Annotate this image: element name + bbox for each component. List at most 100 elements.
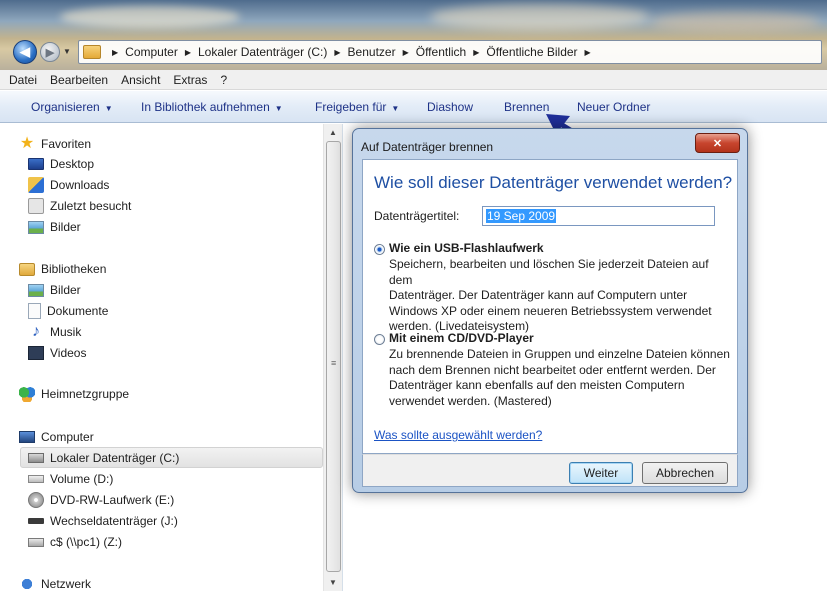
nav-homegroup-label: Heimnetzgruppe	[41, 387, 130, 401]
dialog-footer: Weiter Abbrechen	[362, 454, 738, 487]
forward-button[interactable]: ▶	[40, 42, 60, 62]
breadcrumb-separator-icon[interactable]: ▶	[585, 48, 591, 57]
breadcrumb-public-pictures[interactable]: Öffentliche Bilder	[486, 45, 577, 59]
nav-libraries[interactable]: Bibliotheken	[19, 259, 106, 279]
usb-flash-option-label[interactable]: Wie ein USB-Flashlaufwerk	[389, 241, 544, 255]
nav-drive-z[interactable]: c$ (\\pc1) (Z:)	[28, 532, 122, 552]
menu-tools[interactable]: Extras	[173, 73, 207, 87]
nav-videos[interactable]: Videos	[28, 343, 86, 363]
cd-dvd-desc-line: Datenträger kann ebenfalls auf den meist…	[389, 378, 685, 392]
arrow-left-icon: ◀	[20, 44, 30, 59]
nav-documents-label: Dokumente	[47, 304, 109, 318]
menu-view[interactable]: Ansicht	[121, 73, 160, 87]
background-cloud	[430, 4, 650, 30]
cd-dvd-option-description: Zu brennende Dateien in Gruppen und einz…	[389, 347, 734, 409]
breadcrumb-users[interactable]: Benutzer	[348, 45, 396, 59]
breadcrumb-drive-c[interactable]: Lokaler Datenträger (C:)	[198, 45, 327, 59]
nav-drive-d[interactable]: Volume (D:)	[28, 469, 113, 489]
address-bar[interactable]: ▶ Computer ▶ Lokaler Datenträger (C:) ▶ …	[78, 40, 822, 64]
documents-icon	[28, 303, 41, 319]
folder-icon	[83, 45, 101, 59]
dialog-body: Wie soll dieser Datenträger verwendet we…	[362, 159, 738, 454]
nav-homegroup[interactable]: Heimnetzgruppe	[19, 384, 129, 404]
nav-network[interactable]: Netzwerk	[19, 574, 91, 591]
menu-help[interactable]: ?	[220, 73, 227, 87]
next-button[interactable]: Weiter	[569, 462, 633, 484]
nav-network-label: Netzwerk	[41, 577, 92, 591]
history-dropdown-icon[interactable]: ▼	[63, 47, 71, 56]
help-link[interactable]: Was sollte ausgewählt werden?	[374, 428, 542, 442]
navigation-pane: ★ Favoriten Desktop Downloads Zuletzt be…	[0, 124, 343, 591]
nav-drive-e[interactable]: DVD-RW-Laufwerk (E:)	[28, 490, 174, 510]
breadcrumb-computer[interactable]: Computer	[125, 45, 178, 59]
breadcrumb-separator-icon[interactable]: ▶	[473, 48, 479, 57]
pictures-icon	[28, 220, 44, 234]
close-button[interactable]: ✕	[695, 133, 740, 153]
scroll-down-arrow-icon[interactable]: ▼	[324, 574, 342, 591]
slideshow-button[interactable]: Diashow	[427, 100, 473, 114]
scroll-thumb[interactable]: ≡	[326, 141, 341, 572]
share-with-label: Freigeben für	[315, 100, 387, 114]
dvd-drive-icon	[28, 492, 44, 508]
breadcrumb-separator-icon[interactable]: ▶	[403, 48, 409, 57]
nav-drive-c-label: Lokaler Datenträger (C:)	[50, 451, 180, 465]
nav-drive-c[interactable]: Lokaler Datenträger (C:)	[28, 448, 179, 468]
nav-favorites[interactable]: ★ Favoriten	[19, 134, 91, 154]
disc-title-value: 19 Sep 2009	[486, 209, 557, 223]
nav-drive-j[interactable]: Wechseldatenträger (J:)	[28, 511, 178, 531]
breadcrumb-separator-icon[interactable]: ▶	[112, 48, 118, 57]
window-title-area: ◀ ▶ ▼ ▶ Computer ▶ Lokaler Datenträger (…	[0, 0, 827, 70]
computer-icon	[19, 431, 35, 443]
cd-dvd-radio[interactable]	[374, 334, 385, 345]
network-drive-icon	[28, 537, 44, 547]
hard-drive-icon	[28, 453, 44, 463]
cd-dvd-desc-line: nach dem Brennen nicht bearbeitet oder e…	[389, 362, 716, 377]
cd-dvd-desc-line: Zu brennende Dateien in Gruppen und einz…	[389, 347, 730, 361]
nav-computer[interactable]: Computer	[19, 427, 94, 447]
nav-desktop[interactable]: Desktop	[28, 154, 94, 174]
cd-dvd-option-label[interactable]: Mit einem CD/DVD-Player	[389, 331, 534, 345]
menu-file[interactable]: Datei	[9, 73, 37, 87]
desktop-icon	[28, 158, 44, 170]
back-button[interactable]: ◀	[13, 40, 37, 64]
usb-flash-desc-line: Windows XP oder einem neueren Betriebssy…	[389, 303, 712, 318]
dialog-heading: Wie soll dieser Datenträger verwendet we…	[374, 173, 733, 192]
nav-documents[interactable]: Dokumente	[28, 301, 108, 321]
usb-flash-desc-line: Speichern, bearbeiten und löschen Sie je…	[389, 257, 709, 287]
organize-label: Organisieren	[31, 100, 100, 114]
nav-videos-label: Videos	[50, 346, 87, 360]
scroll-up-arrow-icon[interactable]: ▲	[324, 124, 342, 141]
menu-edit[interactable]: Bearbeiten	[50, 73, 108, 87]
music-note-icon: ♪	[32, 323, 40, 340]
chevron-down-icon: ▼	[274, 104, 283, 113]
nav-favorites-pictures[interactable]: Bilder	[28, 217, 81, 237]
nav-library-pictures-label: Bilder	[50, 283, 81, 297]
burn-disc-dialog: Auf Datenträger brennen ✕ Wie soll diese…	[352, 128, 748, 493]
nav-favorites-pictures-label: Bilder	[50, 220, 81, 234]
nav-library-pictures[interactable]: Bilder	[28, 280, 81, 300]
organize-button[interactable]: Organisieren ▼	[31, 100, 113, 114]
nav-downloads-label: Downloads	[50, 178, 110, 192]
nav-favorites-label: Favoriten	[41, 137, 92, 151]
nav-scrollbar[interactable]: ▲ ≡ ▼	[323, 124, 342, 591]
nav-recent-places[interactable]: Zuletzt besucht	[28, 196, 131, 216]
dialog-title: Auf Datenträger brennen	[361, 140, 494, 154]
share-with-button[interactable]: Freigeben für ▼	[315, 100, 399, 114]
nav-drive-z-label: c$ (\\pc1) (Z:)	[50, 535, 123, 549]
breadcrumb-separator-icon[interactable]: ▶	[185, 48, 191, 57]
removable-drive-icon	[28, 518, 44, 524]
nav-drive-d-label: Volume (D:)	[50, 472, 114, 486]
include-in-library-button[interactable]: In Bibliothek aufnehmen ▼	[141, 100, 283, 114]
nav-computer-label: Computer	[41, 430, 94, 444]
nav-downloads[interactable]: Downloads	[28, 175, 109, 195]
breadcrumb: ▶ Computer ▶ Lokaler Datenträger (C:) ▶ …	[105, 45, 598, 59]
background-cloud	[60, 6, 240, 28]
pictures-icon	[28, 283, 44, 297]
disc-title-input[interactable]: 19 Sep 2009	[482, 206, 715, 226]
breadcrumb-separator-icon[interactable]: ▶	[334, 48, 340, 57]
usb-flash-radio[interactable]	[374, 244, 385, 255]
recent-places-icon	[28, 198, 44, 214]
breadcrumb-public[interactable]: Öffentlich	[416, 45, 466, 59]
nav-music[interactable]: ♪ Musik	[28, 322, 81, 342]
cancel-button[interactable]: Abbrechen	[642, 462, 728, 484]
